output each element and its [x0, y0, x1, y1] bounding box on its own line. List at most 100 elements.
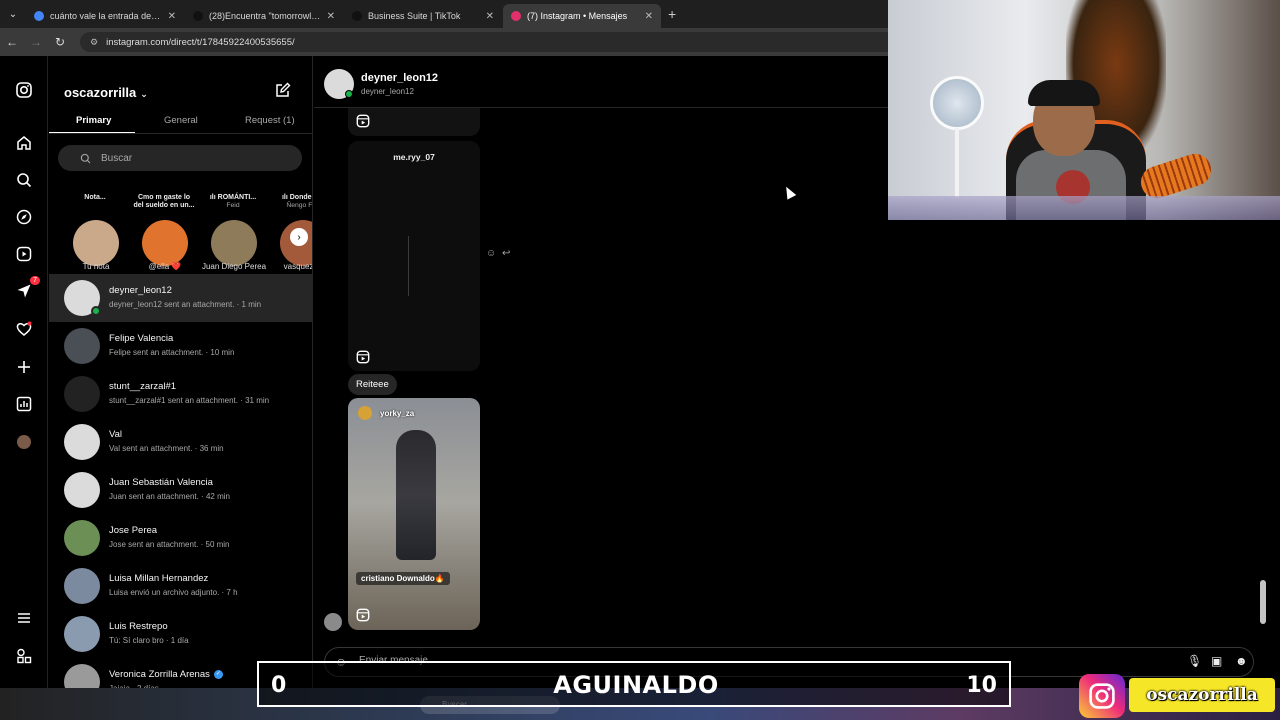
online-indicator — [91, 306, 101, 316]
tab-general[interactable]: General — [164, 115, 198, 126]
conversation-name: deyner_leon12 — [109, 285, 172, 296]
chat-title[interactable]: deyner_leon12 — [361, 72, 438, 84]
tab-title: Business Suite | TikTok — [368, 11, 461, 21]
overlay-title: AGUINALDO — [553, 671, 719, 699]
conversation-item[interactable]: Val Val sent an attachment. · 36 min — [49, 418, 312, 466]
close-tab-icon[interactable]: ✕ — [645, 11, 653, 22]
meta-apps-icon[interactable] — [14, 646, 34, 666]
note-bubble: Nota... — [63, 194, 127, 202]
reel-icon — [356, 608, 370, 622]
conversation-item[interactable]: Juan Sebastián Valencia Juan sent an atta… — [49, 466, 312, 514]
search-input[interactable] — [101, 152, 281, 164]
notes-next-arrow-icon[interactable]: › — [290, 228, 308, 246]
new-tab-button[interactable]: + — [668, 6, 676, 22]
conversation-item[interactable]: Luisa Millan Hernandez Luisa envió un arc… — [49, 562, 312, 610]
profile-avatar[interactable] — [14, 432, 34, 452]
url-text: instagram.com/direct/t/17845922400535655… — [106, 36, 295, 48]
browser-tab[interactable]: (28)Encuentra "tomorrowland b ✕ — [185, 4, 343, 28]
microphone-icon[interactable]: 🎙 — [1187, 654, 1202, 668]
avatar — [64, 328, 100, 364]
browser-tab[interactable]: Business Suite | TikTok ✕ — [344, 4, 502, 28]
back-arrow-icon[interactable]: ← — [0, 28, 24, 56]
reel-person-figure — [396, 430, 436, 560]
reel-icon — [356, 114, 370, 128]
search-box[interactable] — [58, 145, 302, 171]
tab-title: (28)Encuentra "tomorrowland b — [209, 11, 321, 21]
home-icon[interactable] — [14, 133, 34, 153]
account-name: oscazorrilla — [64, 85, 137, 100]
conversation-name-text: Juan Sebastián Valencia — [109, 477, 213, 488]
conversation-name: stunt__zarzal#1 — [109, 381, 176, 392]
note-text: Cmo m gaste lo del sueldo en un... — [133, 194, 195, 210]
reel-author: yorky_za — [380, 409, 415, 418]
reel-video-frame — [408, 236, 409, 296]
reload-icon[interactable]: ↻ — [48, 28, 72, 56]
right-score: 10 — [966, 673, 997, 698]
browser-tab[interactable]: (7) Instagram • Mensajes ✕ — [503, 4, 661, 28]
chevron-down-icon: ⌄ — [140, 89, 148, 99]
verified-badge-icon: ✓ — [213, 669, 223, 679]
webcam-overlay — [888, 0, 1280, 220]
conversation-item[interactable]: Luis Restrepo Tú: Sí claro bro · 1 día — [49, 610, 312, 658]
note-avatar — [142, 220, 188, 266]
create-plus-icon[interactable] — [14, 357, 34, 377]
notifications-heart-icon[interactable] — [14, 319, 34, 339]
conversation-preview: stunt__zarzal#1 sent an attachment. · 31… — [109, 396, 270, 405]
conversation-preview: Felipe sent an attachment. · 10 min — [109, 348, 235, 357]
desk-fan — [930, 76, 984, 130]
note-name: Tu nota — [82, 262, 110, 271]
close-tab-icon[interactable]: ✕ — [486, 11, 494, 22]
search-icon[interactable] — [14, 170, 34, 190]
more-menu-icon[interactable] — [14, 608, 34, 628]
browser-tab[interactable]: cuánto vale la entrada de tomo ✕ — [26, 4, 184, 28]
new-message-icon[interactable] — [275, 82, 291, 103]
tab-title: (7) Instagram • Mensajes — [527, 11, 628, 21]
reels-icon[interactable] — [14, 244, 34, 264]
avatar — [64, 568, 100, 604]
note-item[interactable]: Nota... Tu nota — [63, 192, 129, 274]
chat-username: deyner_leon12 — [361, 87, 414, 96]
avatar — [64, 472, 100, 508]
sticker-icon[interactable]: ☻ — [1235, 654, 1248, 668]
note-name: Juan Diego Perea — [201, 262, 267, 271]
tab-requests[interactable]: Request (1) — [245, 115, 295, 126]
reel-attachment[interactable]: yorky_za cristiano Downaldo🔥 — [348, 398, 480, 630]
conversation-name: Luis Restrepo — [109, 621, 168, 632]
account-switcher[interactable]: oscazorrilla ⌄ — [64, 85, 148, 100]
message-bubble: Reiteee — [348, 374, 397, 395]
react-emoji-icon[interactable]: ☺ — [486, 248, 496, 259]
tab-primary[interactable]: Primary — [76, 115, 111, 126]
conversation-name: Juan Sebastián Valencia — [109, 477, 213, 488]
inbox-tabs: Primary General Request (1) — [49, 112, 312, 134]
note-avatar — [211, 220, 257, 266]
close-tab-icon[interactable]: ✕ — [168, 11, 176, 22]
reel-attachment-partial[interactable] — [348, 108, 480, 136]
conversation-item[interactable]: Felipe Valencia Felipe sent an attachment… — [49, 322, 312, 370]
forward-arrow-icon[interactable]: → — [24, 28, 48, 56]
stream-branding: oscazorrilla — [1079, 672, 1280, 720]
conversation-item[interactable]: deyner_leon12 deyner_leon12 sent an attac… — [49, 274, 312, 322]
conversation-item[interactable]: Jose Perea Jose sent an attachment. · 50 … — [49, 514, 312, 562]
conversation-preview: Juan sent an attachment. · 42 min — [109, 492, 230, 501]
note-item[interactable]: ılı ROMÁNTI... Feid Juan Diego Perea — [201, 192, 267, 274]
conversation-list: deyner_leon12 deyner_leon12 sent an attac… — [49, 274, 312, 706]
note-avatar — [73, 220, 119, 266]
conversation-item[interactable]: stunt__zarzal#1 stunt__zarzal#1 sent an a… — [49, 370, 312, 418]
instagram-logo-icon[interactable] — [14, 80, 34, 100]
close-tab-icon[interactable]: ✕ — [327, 11, 335, 22]
conversation-name-text: Veronica Zorrilla Arenas — [109, 669, 210, 680]
reel-attachment[interactable]: me.ryy_07 — [348, 141, 480, 371]
messages-icon[interactable]: 7 — [14, 276, 40, 301]
note-item[interactable]: Cmo m gaste lo del sueldo en un... @ella … — [132, 192, 198, 274]
sender-avatar — [324, 613, 342, 631]
explore-compass-icon[interactable] — [14, 207, 34, 227]
site-info-icon[interactable]: ⚙ — [90, 37, 98, 48]
chat-scrollbar[interactable] — [1260, 580, 1266, 624]
conversation-preview: Jose sent an attachment. · 50 min — [109, 540, 230, 549]
tab-search-chevron-icon[interactable]: ⌄ — [0, 0, 26, 28]
url-field[interactable]: ⚙ instagram.com/direct/t/178459224005356… — [80, 32, 900, 52]
dashboard-icon[interactable] — [14, 394, 34, 414]
image-upload-icon[interactable]: ▣ — [1211, 654, 1222, 668]
reply-arrow-icon[interactable]: ↩ — [502, 248, 510, 259]
note-bubble: ılı Donde (feÑengo Flo — [270, 194, 312, 210]
